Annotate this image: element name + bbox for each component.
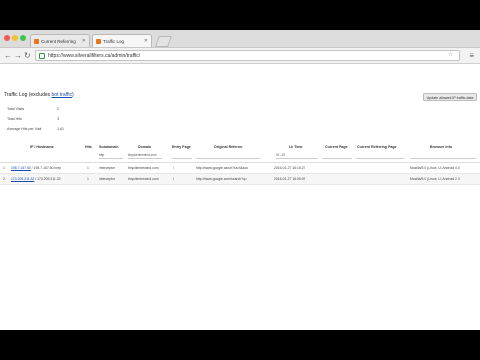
entry-page-cell: / xyxy=(173,177,174,181)
header-current-page[interactable]: Current Page xyxy=(325,145,348,149)
stat-label-total-hits: Total Hits xyxy=(7,117,22,121)
title-suffix: ) xyxy=(72,92,74,98)
hits-cell: 1 xyxy=(87,166,89,170)
filter-underline xyxy=(99,158,123,159)
forward-arrow-icon[interactable]: → xyxy=(14,50,22,61)
header-subdomain[interactable]: Subdomain xyxy=(99,145,119,149)
menu-icon[interactable]: ≡ xyxy=(469,51,474,60)
site-favicon-icon xyxy=(96,39,101,44)
ip-link[interactable]: 198.7.167.50 xyxy=(11,166,31,170)
referrer-cell: http://www.google.ca/url?sa=t&sou xyxy=(196,166,249,170)
zoom-window-button[interactable] xyxy=(20,35,26,41)
header-current-referring-page[interactable]: Current Referring Page xyxy=(357,145,397,149)
filter-underline xyxy=(276,158,318,159)
domain-cell: tinyclientrewind.com xyxy=(128,166,159,170)
close-window-button[interactable] xyxy=(4,35,10,41)
referrer-cell: http://www.google.com/search?q= xyxy=(196,177,247,181)
stat-label-avg-hits: Average Hits per Visit xyxy=(7,127,42,131)
page-content: Traffic Log (excludes bot traffic) Updat… xyxy=(0,64,480,330)
stat-value-avg-hits: 1.61 xyxy=(57,127,64,131)
table-row: 2 173.209.211.32 / 173.209.211.32 1 inte… xyxy=(0,174,480,184)
header-ip-hostname[interactable]: IP / Hostname xyxy=(30,145,54,149)
browser-info-cell: Mozilla/5.0 (Linux; U; Android 4.0 xyxy=(410,166,460,170)
stat-value-total-visits: 2 xyxy=(57,107,59,111)
filter-underline xyxy=(172,158,192,159)
lock-icon xyxy=(39,53,45,59)
tab-close-icon[interactable]: ✕ xyxy=(82,35,86,47)
back-arrow-icon[interactable]: ← xyxy=(4,50,12,61)
subdomain-cell: interceptor xyxy=(99,177,116,181)
header-entry-page[interactable]: Entry Page xyxy=(172,145,191,149)
bot-traffic-link[interactable]: bot traffic xyxy=(52,92,72,98)
row-number: 1 xyxy=(3,166,5,170)
hostname-text: / 173.209.211.32 xyxy=(34,177,61,181)
header-browser-info[interactable]: Browser Info xyxy=(430,145,452,149)
header-original-referrer[interactable]: Original Referrer xyxy=(214,145,243,149)
page-title: Traffic Log (excludes bot traffic) xyxy=(4,92,74,98)
browser-filter-input[interactable] xyxy=(410,153,476,159)
time-cell: 2016-01-27 16:15:27 xyxy=(274,166,306,170)
address-toolbar: ← → ↻ https://www.silverallfilters.ca/ad… xyxy=(0,48,480,64)
tab-close-icon[interactable]: ✕ xyxy=(144,35,148,47)
ip-link[interactable]: 173.209.211.32 xyxy=(11,177,34,181)
browser-info-cell: Mozilla/5.0 (Linux; U; Android 2.3 xyxy=(410,177,460,181)
filter-underline xyxy=(410,158,476,159)
filter-underline xyxy=(356,158,404,159)
title-text: Traffic Log (excludes xyxy=(4,92,52,98)
url-text: https://www.silverallfilters.ca/admin/tr… xyxy=(48,53,141,59)
ip-hostname-cell: 173.209.211.32 / 173.209.211.32 xyxy=(11,174,83,184)
stat-label-total-visits: Total Visits xyxy=(7,107,25,111)
minimize-window-button[interactable] xyxy=(12,35,18,41)
tab-traffic-log[interactable]: Traffic Log ✕ xyxy=(92,34,152,47)
tab-current-referring[interactable]: Current Referring ✕ xyxy=(30,34,90,47)
domain-filter-value: tinyclientrewind.com xyxy=(128,153,157,157)
stat-value-total-hits: 3 xyxy=(57,117,59,121)
current-page-filter-input[interactable] xyxy=(322,153,352,159)
ip-hostname-cell: 198.7.167.50 / 198.7.167.50.nrep xyxy=(11,163,83,173)
row-divider xyxy=(0,184,480,185)
current-ref-filter-input[interactable] xyxy=(356,153,404,159)
time-filter-input[interactable]: 01 -25 xyxy=(276,153,318,159)
filter-underline xyxy=(322,158,352,159)
site-favicon-icon xyxy=(34,39,39,44)
entry-filter-input[interactable] xyxy=(172,153,192,159)
time-cell: 2016-01-27 16:05:09 xyxy=(274,177,306,181)
bookmark-star-icon[interactable]: ☆ xyxy=(448,51,453,58)
referrer-filter-input[interactable] xyxy=(196,153,260,159)
header-hits[interactable]: Hits xyxy=(85,145,92,149)
entry-page-cell: / xyxy=(173,166,174,170)
table-row: 1 198.7.167.50 / 198.7.167.50.nrep 1 int… xyxy=(0,163,480,173)
tab-label: Current Referring xyxy=(41,39,76,44)
browser-window: Current Referring ✕ Traffic Log ✕ ← → ↻ … xyxy=(0,30,480,330)
reload-icon[interactable]: ↻ xyxy=(24,50,31,61)
hits-cell: 1 xyxy=(87,177,89,181)
time-filter-value: 01 -25 xyxy=(276,153,286,157)
tab-bar: Current Referring ✕ Traffic Log ✕ xyxy=(0,30,480,48)
subdomain-filter-value: http xyxy=(99,153,105,157)
domain-cell: tinyclientrewind.com xyxy=(128,177,159,181)
row-number: 2 xyxy=(3,177,5,181)
tab-label: Traffic Log xyxy=(103,39,125,44)
subdomain-filter-input[interactable]: http xyxy=(99,153,123,159)
hostname-text: / 198.7.167.50.nrep xyxy=(30,166,62,170)
filter-underline xyxy=(128,158,162,159)
header-domain[interactable]: Domain xyxy=(138,145,151,149)
url-field[interactable]: https://www.silverallfilters.ca/admin/tr… xyxy=(35,50,460,61)
new-tab-button[interactable] xyxy=(154,36,173,47)
update-ip-traffic-button[interactable]: Update allowed IP traffic data xyxy=(423,93,477,101)
header-time[interactable]: Lk Time xyxy=(289,145,303,149)
subdomain-cell: interceptor xyxy=(99,166,116,170)
domain-filter-input[interactable]: tinyclientrewind.com xyxy=(128,153,162,159)
filter-underline xyxy=(196,158,260,159)
